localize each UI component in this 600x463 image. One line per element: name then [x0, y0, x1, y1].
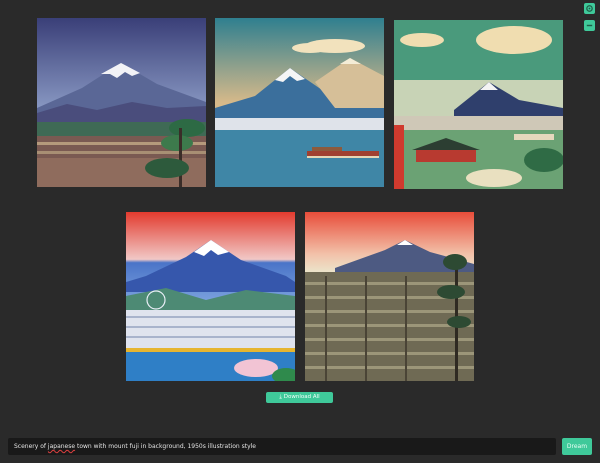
result-image-4[interactable] [126, 212, 295, 381]
result-image-5[interactable] [305, 212, 474, 381]
prompt-text-before: Scenery of [14, 443, 48, 450]
download-all-button[interactable]: ⤓ Download All [266, 392, 333, 403]
prompt-text-after: town with mount fuji in background, 1950… [75, 443, 256, 450]
result-image-3[interactable] [394, 20, 563, 189]
result-image-2[interactable] [215, 18, 384, 187]
download-icon: ⤓ [279, 394, 282, 400]
result-image-1[interactable] [37, 18, 206, 187]
dream-button[interactable]: Dream [562, 438, 592, 455]
minus-icon [585, 21, 594, 30]
prompt-input[interactable]: Scenery of japanese town with mount fuji… [8, 438, 556, 455]
collapse-button[interactable] [584, 20, 595, 31]
prompt-misspelled-word: japanese [47, 443, 76, 450]
settings-button[interactable] [584, 3, 595, 14]
gear-icon [585, 4, 594, 13]
download-all-label: Download All [283, 394, 320, 400]
